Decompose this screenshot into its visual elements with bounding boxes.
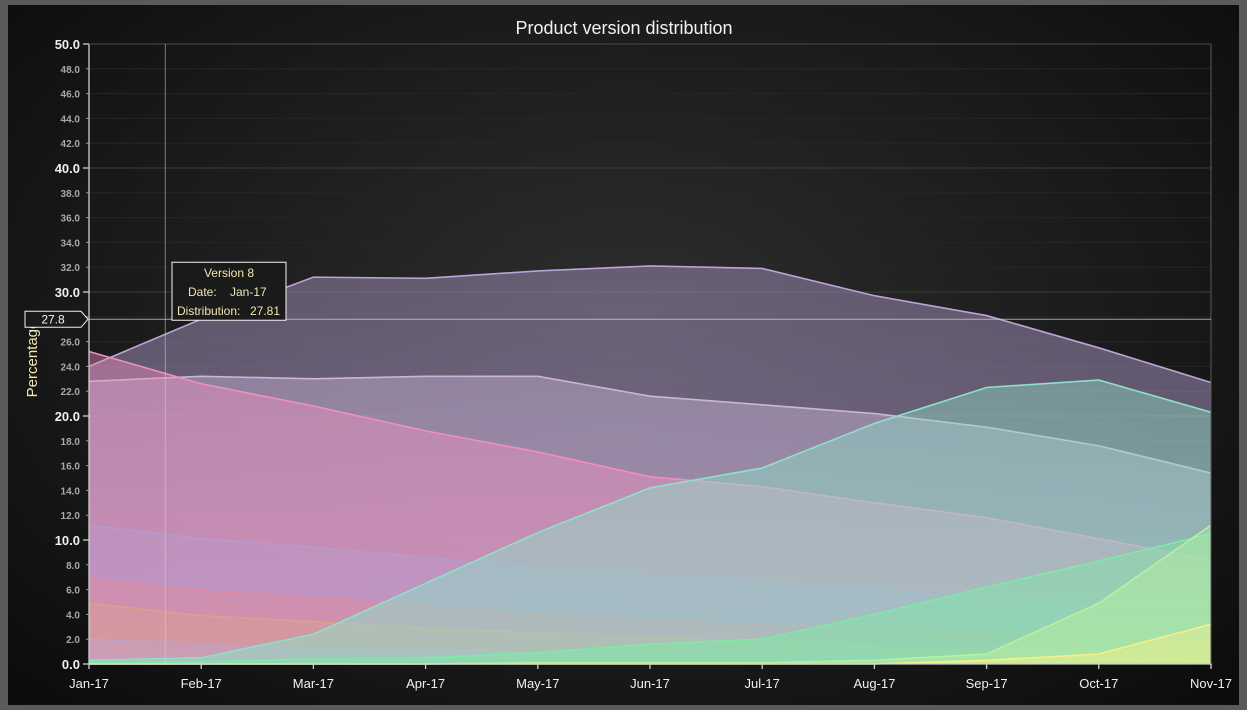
x-tick-label: Aug-17 (853, 676, 895, 691)
x-tick-label: May-17 (516, 676, 559, 691)
tooltip-distribution-label: Distribution: (177, 304, 240, 318)
y-tick-label: 18.0 (61, 437, 81, 448)
y-tick-label: 8.0 (66, 561, 80, 572)
y-tick-label: 44.0 (61, 114, 81, 125)
x-tick-label: Apr-17 (406, 676, 445, 691)
y-tick-label: 48.0 (61, 65, 81, 76)
y-tick-label: 26.0 (61, 338, 81, 349)
x-tick-label: Sep-17 (966, 676, 1008, 691)
x-tick-label: Jun-17 (630, 676, 670, 691)
x-axis-ticks: Jan-17 Feb-17 Mar-17 Apr-17 May-17 Jun-17 Jul-… (69, 664, 1232, 691)
plot-area (88, 265, 1212, 665)
y-tick-label: 40.0 (55, 161, 80, 176)
y-tick-label: 34.0 (61, 238, 81, 249)
x-tick-label: Nov-17 (1190, 676, 1232, 691)
y-tick-label: 32.0 (61, 263, 81, 274)
y-tick-label: 24.0 (61, 362, 81, 373)
y-tick-label: 12.0 (61, 511, 81, 522)
y-axis-ticks: 0.0 10.0 20.0 30.0 40.0 50.0 2.0 4.0 6.0 8.0 12.0 1… (55, 37, 89, 672)
y-tick-label: 36.0 (61, 214, 81, 225)
y-tick-label: 14.0 (61, 486, 81, 497)
y-tick-label: 38.0 (61, 189, 81, 200)
x-tick-label: Jan-17 (69, 676, 109, 691)
x-tick-label: Mar-17 (293, 676, 334, 691)
y-axis-label: Percentage (24, 321, 41, 398)
x-tick-label: Feb-17 (181, 676, 222, 691)
tooltip-date-label: Date: (188, 285, 217, 299)
x-tick-label: Oct-17 (1079, 676, 1118, 691)
y-tick-label: 10.0 (55, 533, 80, 548)
y-tick-label: 46.0 (61, 90, 81, 101)
y-tick-label: 50.0 (55, 37, 80, 52)
y-tick-label: 16.0 (61, 462, 81, 473)
y-tick-label: 42.0 (61, 139, 81, 150)
y-tick-label: 2.0 (66, 635, 80, 646)
y-tick-label: 4.0 (66, 610, 80, 621)
chart[interactable]: Product version distribution Percentage … (8, 5, 1239, 705)
y-tick-label: 20.0 (55, 409, 80, 424)
tooltip: Version 8 Date: Jan-17 Distribution: 27.… (171, 261, 287, 321)
crosshair-value-label: 27.8 (41, 312, 65, 326)
y-tick-label: 30.0 (55, 285, 80, 300)
chart-frame: Product version distribution Percentage … (8, 5, 1239, 705)
x-tick-label: Jul-17 (744, 676, 779, 691)
tooltip-date-value: Jan-17 (230, 285, 267, 299)
y-tick-label: 6.0 (66, 586, 80, 597)
chart-title: Product version distribution (515, 18, 732, 38)
y-tick-label: 0.0 (62, 657, 80, 672)
tooltip-series: Version 8 (204, 266, 254, 280)
tooltip-distribution-value: 27.81 (250, 304, 280, 318)
y-tick-label: 22.0 (61, 387, 81, 398)
